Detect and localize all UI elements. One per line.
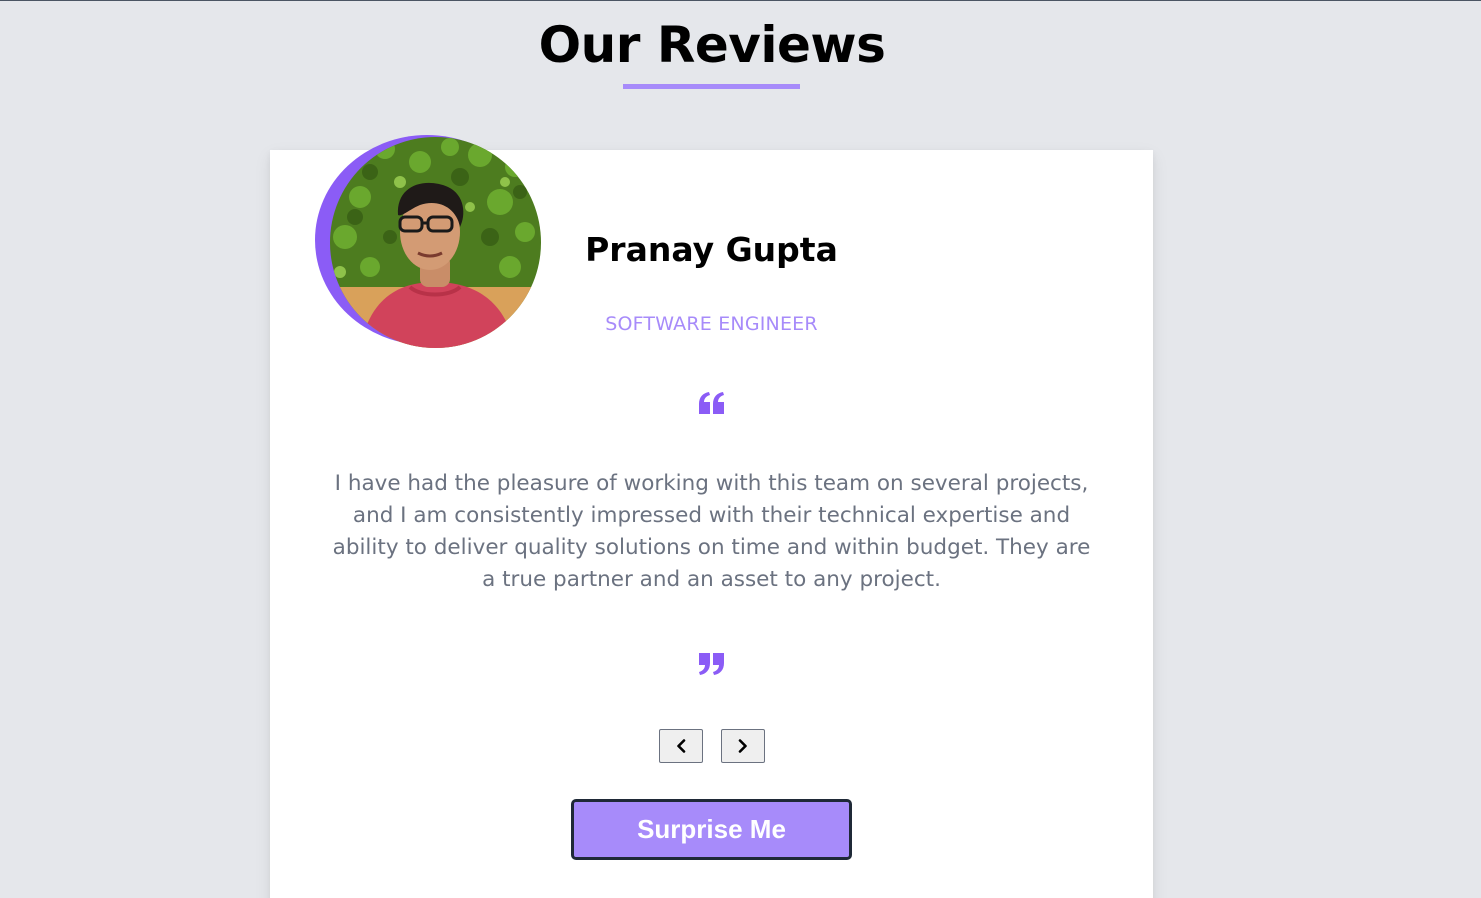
title-underline <box>623 84 800 89</box>
quote-open-icon <box>692 383 732 423</box>
chevron-right-icon <box>738 739 747 753</box>
review-text: I have had the pleasure of working with … <box>332 471 1091 592</box>
avatar <box>330 137 541 348</box>
reviewer-job: SOFTWARE ENGINEER <box>605 313 818 335</box>
reviewer-name: Pranay Gupta <box>585 230 838 269</box>
next-button[interactable] <box>721 729 765 763</box>
top-border <box>0 0 1481 1</box>
surprise-me-button[interactable]: Surprise Me <box>571 799 852 860</box>
chevron-left-icon <box>677 739 686 753</box>
quote-close-icon <box>692 644 732 684</box>
reviews-page: Our Reviews Pranay Gupta SOFTWARE ENGINE… <box>0 0 1481 898</box>
prev-button[interactable] <box>659 729 703 763</box>
section-title: Our Reviews <box>538 16 886 74</box>
section-header: Our Reviews <box>0 14 1424 76</box>
